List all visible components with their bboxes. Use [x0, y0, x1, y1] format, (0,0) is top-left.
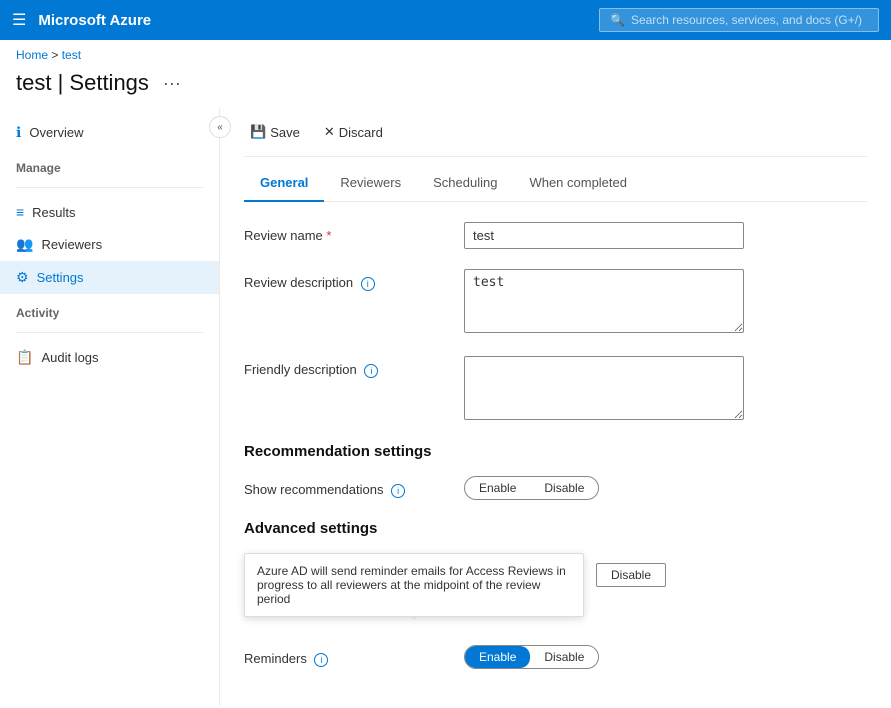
breadcrumb: Home > test	[0, 40, 891, 66]
top-navigation: ☰ Microsoft Azure 🔍	[0, 0, 891, 40]
tabs: General Reviewers Scheduling When comple…	[244, 165, 867, 202]
reminders-disable-btn[interactable]: Disable	[530, 646, 598, 668]
tab-general[interactable]: General	[244, 165, 324, 202]
section-name: Settings	[69, 70, 149, 95]
sidebar-item-results[interactable]: ≡ Results	[0, 196, 219, 228]
sidebar-overview-label: Overview	[29, 125, 83, 140]
reminders-info-icon[interactable]: i	[314, 653, 328, 667]
sidebar-activity-section: Activity	[0, 294, 219, 324]
friendly-description-info-icon[interactable]: i	[364, 364, 378, 378]
info-icon: ℹ	[16, 124, 21, 141]
sidebar-divider-1	[16, 187, 203, 188]
tab-when-completed[interactable]: When completed	[513, 165, 643, 202]
review-name-label: Review name	[244, 222, 464, 243]
review-description-textarea[interactable]: test	[464, 269, 744, 333]
sidebar-collapse-button[interactable]: «	[209, 116, 231, 138]
reviewers-icon: 👥	[16, 236, 33, 253]
breadcrumb-home[interactable]: Home	[16, 48, 48, 62]
sidebar: « ℹ Overview Manage ≡ Results 👥 Reviewer…	[0, 108, 220, 706]
sidebar-manage-section: Manage	[0, 149, 219, 179]
sidebar-audit-logs-label: Audit logs	[41, 350, 98, 365]
sidebar-item-settings[interactable]: ⚙ Settings	[0, 261, 219, 294]
results-icon: ≡	[16, 204, 24, 220]
search-bar[interactable]: 🔍	[599, 8, 879, 32]
sidebar-divider-2	[16, 332, 203, 333]
more-options-button[interactable]: ···	[157, 71, 187, 96]
reminders-row: Reminders i Enable Disable	[244, 645, 867, 669]
reminders-toggle-area: Enable Disable	[464, 645, 867, 669]
reminders-enable-btn[interactable]: Enable	[465, 646, 530, 668]
reminders-label: Reminders i	[244, 645, 464, 667]
tab-reviewers[interactable]: Reviewers	[324, 165, 417, 202]
review-name-row: Review name	[244, 222, 867, 249]
breadcrumb-separator: >	[51, 48, 61, 62]
review-description-label: Review description i	[244, 269, 464, 291]
advanced-settings-heading: Advanced settings	[244, 520, 867, 537]
show-recommendations-row: Show recommendations i Enable Disable	[244, 476, 867, 500]
friendly-description-row: Friendly description i	[244, 356, 867, 423]
review-description-info-icon[interactable]: i	[361, 277, 375, 291]
page-title: test | Settings	[16, 70, 149, 96]
sidebar-item-audit-logs[interactable]: 📋 Audit logs	[0, 341, 219, 374]
show-recommendations-toggle: Enable Disable	[464, 476, 599, 500]
show-recommendations-toggle-area: Enable Disable	[464, 476, 867, 500]
resource-name: test	[16, 70, 51, 95]
friendly-description-input-area	[464, 356, 867, 423]
search-input[interactable]	[631, 13, 868, 27]
page-title-bar: test | Settings ···	[0, 66, 891, 108]
discard-icon: ✕	[324, 124, 335, 140]
save-icon: 💾	[250, 124, 266, 140]
sidebar-item-overview[interactable]: ℹ Overview	[0, 116, 219, 149]
audit-logs-icon: 📋	[16, 349, 33, 366]
app-title: Microsoft Azure	[38, 12, 587, 29]
tooltip-disable-button[interactable]: Disable	[596, 563, 666, 587]
sidebar-item-reviewers[interactable]: 👥 Reviewers	[0, 228, 219, 261]
review-description-row: Review description i test	[244, 269, 867, 336]
breadcrumb-test[interactable]: test	[62, 48, 81, 62]
discard-button[interactable]: ✕ Discard	[318, 120, 389, 144]
sidebar-reviewers-label: Reviewers	[41, 237, 102, 252]
review-name-input[interactable]	[464, 222, 744, 249]
reminders-toggle: Enable Disable	[464, 645, 599, 669]
review-name-input-area	[464, 222, 867, 249]
recommendation-settings-heading: Recommendation settings	[244, 443, 867, 460]
hamburger-icon[interactable]: ☰	[12, 10, 26, 30]
content-area: 💾 Save ✕ Discard General Reviewers Sched…	[220, 108, 891, 706]
friendly-description-textarea[interactable]	[464, 356, 744, 420]
save-button[interactable]: 💾 Save	[244, 120, 306, 144]
show-recommendations-disable-btn[interactable]: Disable	[530, 477, 598, 499]
toolbar: 💾 Save ✕ Discard	[244, 108, 867, 157]
show-recommendations-label: Show recommendations i	[244, 476, 464, 498]
sidebar-settings-label: Settings	[37, 270, 84, 285]
friendly-description-label: Friendly description i	[244, 356, 464, 378]
show-recommendations-info-icon[interactable]: i	[391, 484, 405, 498]
tab-scheduling[interactable]: Scheduling	[417, 165, 513, 202]
review-description-input-area: test	[464, 269, 867, 336]
sidebar-results-label: Results	[32, 205, 75, 220]
search-icon: 🔍	[610, 13, 625, 27]
show-recommendations-enable-btn[interactable]: Enable	[465, 477, 530, 499]
settings-icon: ⚙	[16, 269, 29, 286]
reminders-tooltip: Azure AD will send reminder emails for A…	[244, 553, 584, 617]
